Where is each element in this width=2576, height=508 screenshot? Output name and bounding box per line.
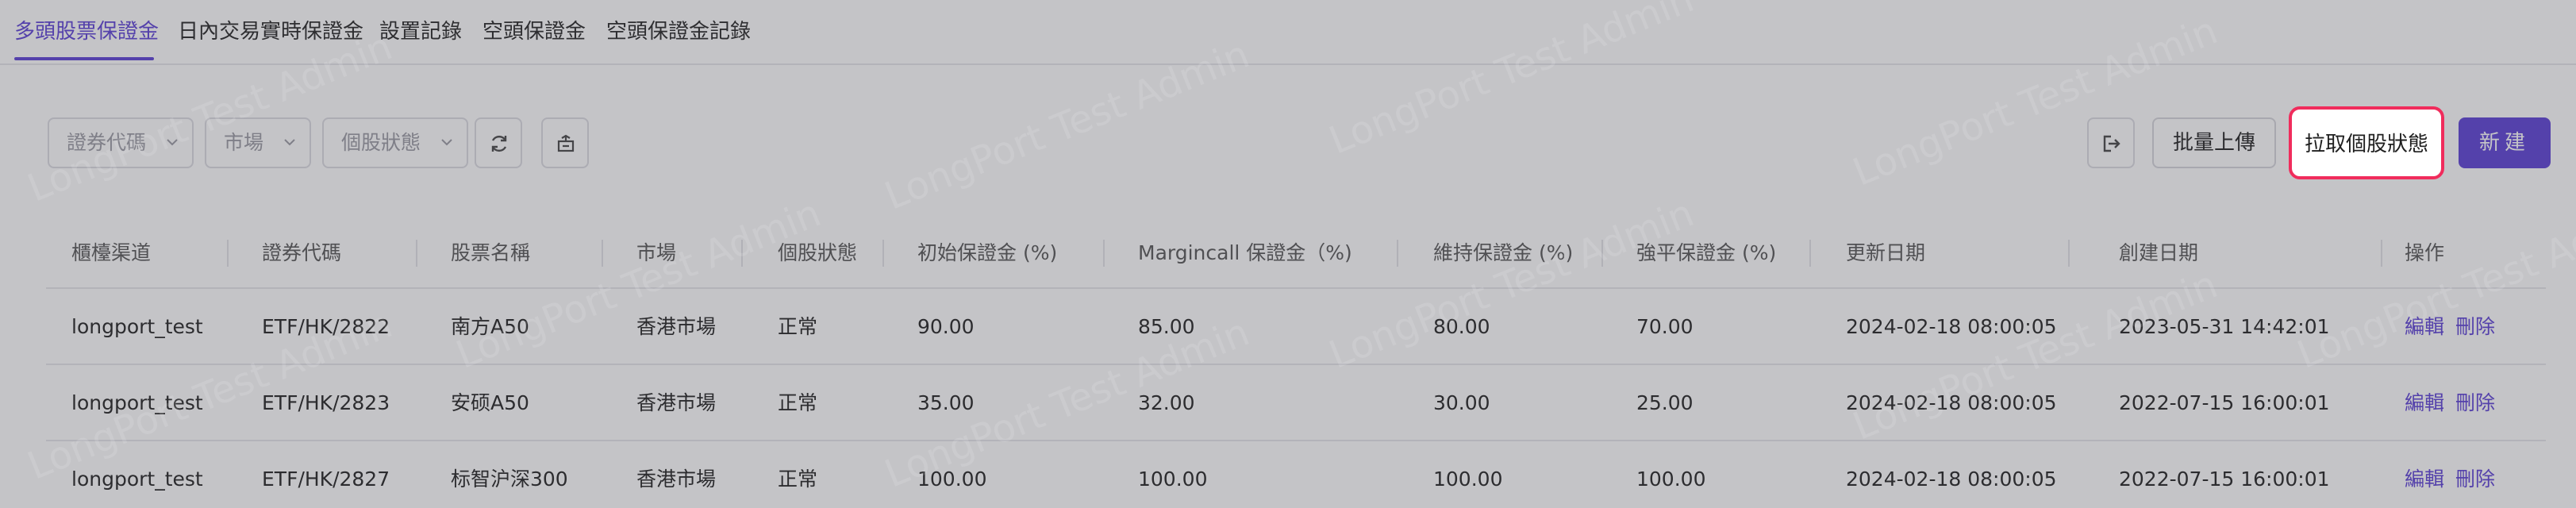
table-row: longport_test ETF/HK/2823 安硕A50 香港市場 正常 … (46, 365, 2546, 441)
table-row: longport_test ETF/HK/2827 标智沪深300 香港市場 正… (46, 441, 2546, 508)
market-select[interactable]: 市場 (205, 117, 311, 168)
create-button[interactable]: 新建 (2459, 117, 2551, 168)
security-code-select[interactable]: 證券代碼 (48, 117, 194, 168)
export-icon (2103, 135, 2120, 152)
refresh-button[interactable] (475, 117, 522, 168)
column-header-code: 證券代碼 (262, 241, 342, 264)
cell-maintenance-margin: 100.00 (1433, 468, 1503, 491)
column-divider (1397, 240, 1398, 267)
chevron-down-icon (284, 139, 295, 146)
column-divider (1103, 240, 1105, 267)
cell-market: 香港市場 (636, 315, 717, 338)
cell-initial-margin: 35.00 (917, 391, 975, 414)
tab-intraday-margin[interactable]: 日內交易實時保證金 (178, 19, 363, 44)
table-header: 櫃檯渠道 證券代碼 股票名稱 市場 個股狀態 初始保證金 (%) Marginc… (46, 217, 2546, 289)
column-divider (416, 240, 417, 267)
column-header-status: 個股狀態 (778, 241, 858, 264)
column-divider (2381, 240, 2382, 267)
stock-status-placeholder: 個股狀態 (341, 131, 421, 154)
cell-margincall: 85.00 (1138, 315, 1195, 338)
market-placeholder: 市場 (224, 131, 264, 154)
cell-channel: longport_test (71, 315, 203, 338)
table-row: longport_test ETF/HK/2822 南方A50 香港市場 正常 … (46, 289, 2546, 365)
content-panel: 證券代碼 市場 個股狀態 批量上傳 拉取個股狀態 新建 櫃檯渠道 證券代碼 股票… (14, 86, 2576, 508)
cell-name: 南方A50 (451, 315, 529, 338)
cell-status: 正常 (778, 315, 818, 338)
cell-maintenance-margin: 30.00 (1433, 391, 1490, 414)
cell-code: ETF/HK/2823 (262, 391, 390, 414)
cell-liquidation-margin: 100.00 (1636, 468, 1706, 491)
tab-long-stock-margin[interactable]: 多頭股票保證金 (14, 19, 159, 44)
cell-initial-margin: 100.00 (917, 468, 987, 491)
cell-name: 标智沪深300 (451, 468, 568, 491)
column-divider (2068, 240, 2070, 267)
column-header-initial-margin: 初始保證金 (%) (917, 241, 1058, 264)
cell-status: 正常 (778, 468, 818, 491)
batch-upload-button[interactable]: 批量上傳 (2152, 117, 2276, 168)
column-divider (227, 240, 229, 267)
column-header-updated-date: 更新日期 (1846, 241, 1926, 264)
security-code-placeholder: 證券代碼 (67, 131, 147, 154)
column-divider (1601, 240, 1603, 267)
cell-liquidation-margin: 70.00 (1636, 315, 1694, 338)
app-root: 多頭股票保證金 日內交易實時保證金 設置記錄 空頭保證金 空頭保證金記錄 證券代… (0, 0, 2576, 508)
cell-updated-date: 2024-02-18 08:00:05 (1846, 391, 2057, 414)
column-header-created-date: 創建日期 (2119, 241, 2199, 264)
cell-channel: longport_test (71, 468, 203, 491)
cell-status: 正常 (778, 391, 818, 414)
active-tab-indicator (14, 57, 154, 60)
tab-settings-records[interactable]: 設置記錄 (379, 19, 462, 44)
cell-created-date: 2022-07-15 16:00:01 (2119, 468, 2330, 491)
cell-margincall: 100.00 (1138, 468, 1208, 491)
column-divider (602, 240, 603, 267)
tab-short-margin[interactable]: 空頭保證金 (483, 19, 586, 44)
edit-link[interactable]: 編輯 (2405, 365, 2444, 441)
stock-status-select[interactable]: 個股狀態 (322, 117, 468, 168)
cell-created-date: 2022-07-15 16:00:01 (2119, 391, 2330, 414)
column-header-actions: 操作 (2405, 241, 2445, 264)
cell-initial-margin: 90.00 (917, 315, 975, 338)
cell-market: 香港市場 (636, 391, 717, 414)
cell-maintenance-margin: 80.00 (1433, 315, 1490, 338)
cell-market: 香港市場 (636, 468, 717, 491)
fetch-stock-status-button[interactable]: 拉取個股狀態 (2289, 106, 2444, 179)
tab-bar: 多頭股票保證金 日內交易實時保證金 設置記錄 空頭保證金 空頭保證金記錄 (0, 0, 2576, 65)
delete-link[interactable]: 刪除 (2455, 365, 2495, 441)
delete-link[interactable]: 刪除 (2455, 441, 2495, 508)
column-header-maintenance-margin: 維持保證金 (%) (1433, 241, 1574, 264)
cell-name: 安硕A50 (451, 391, 529, 414)
tab-short-margin-records[interactable]: 空頭保證金記錄 (606, 19, 751, 44)
column-divider (741, 240, 743, 267)
column-header-channel: 櫃檯渠道 (71, 241, 152, 264)
delete-link[interactable]: 刪除 (2455, 289, 2495, 365)
cell-code: ETF/HK/2827 (262, 468, 390, 491)
column-header-market: 市場 (636, 241, 677, 264)
cell-updated-date: 2024-02-18 08:00:05 (1846, 315, 2057, 338)
column-divider (1809, 240, 1811, 267)
column-header-liquidation-margin: 強平保證金 (%) (1636, 241, 1777, 264)
cell-channel: longport_test (71, 391, 203, 414)
table-settings-button[interactable] (541, 117, 589, 168)
edit-link[interactable]: 編輯 (2405, 289, 2444, 365)
column-header-name: 股票名稱 (451, 241, 531, 264)
chevron-down-icon (167, 139, 178, 146)
chevron-down-icon (441, 139, 452, 146)
export-button[interactable] (2087, 117, 2135, 168)
cell-margincall: 32.00 (1138, 391, 1195, 414)
edit-link[interactable]: 編輯 (2405, 441, 2444, 508)
cell-liquidation-margin: 25.00 (1636, 391, 1694, 414)
column-divider (882, 240, 884, 267)
column-header-margincall: Margincall 保證金（%) (1138, 241, 1352, 264)
refresh-icon (491, 135, 507, 152)
cell-code: ETF/HK/2822 (262, 315, 390, 338)
cell-updated-date: 2024-02-18 08:00:05 (1846, 468, 2057, 491)
cell-created-date: 2023-05-31 14:42:01 (2119, 315, 2330, 338)
table-settings-icon (557, 134, 575, 152)
